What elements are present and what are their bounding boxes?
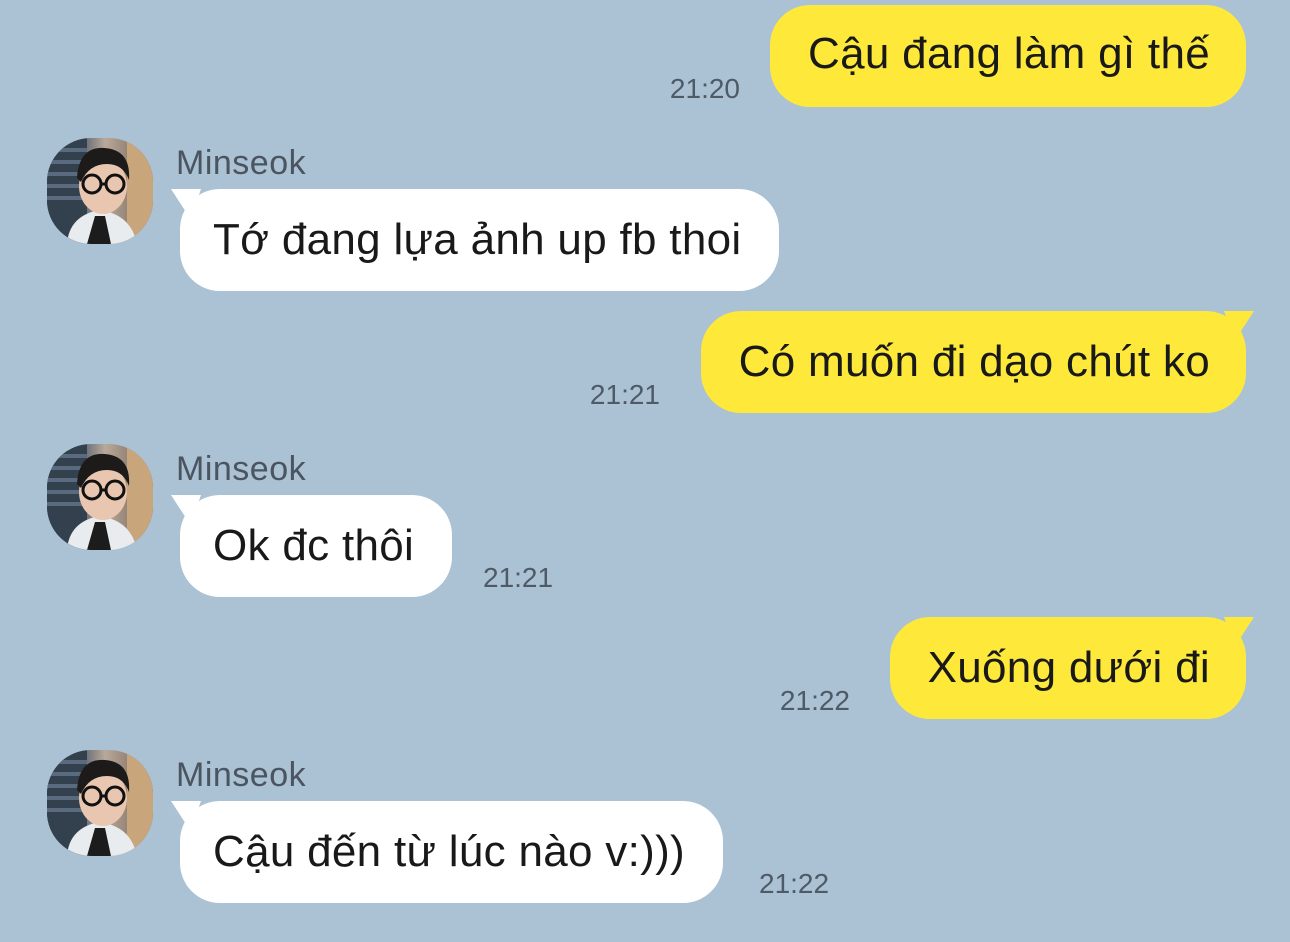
sender-name: Minseok [176, 450, 307, 488]
person-with-glasses-photo-icon [47, 750, 153, 856]
contact-avatar[interactable] [47, 444, 153, 550]
message-timestamp: 21:21 [589, 379, 660, 410]
contact-avatar[interactable] [47, 750, 153, 856]
message-bubble-outgoing[interactable]: Có muốn đi dạo chút ko [700, 311, 1246, 413]
message-timestamp: 21:22 [779, 685, 850, 716]
message-timestamp: 21:20 [669, 73, 740, 104]
person-with-glasses-photo-icon [47, 138, 153, 244]
message-bubble-incoming[interactable]: Ok đc thôi [180, 495, 453, 597]
sender-name: Minseok [176, 144, 307, 182]
message-timestamp: 21:21 [483, 562, 554, 593]
message-bubble-incoming[interactable]: Cậu đến từ lúc nào v:))) [180, 801, 723, 903]
person-with-glasses-photo-icon [47, 444, 153, 550]
message-timestamp: 21:22 [759, 868, 830, 899]
chat-thread[interactable]: 21:20 Cậu đang làm gì thế Minseok Tớ đan… [0, 0, 1290, 942]
sender-name: Minseok [176, 756, 307, 794]
message-bubble-outgoing[interactable]: Cậu đang làm gì thế [770, 5, 1246, 107]
message-bubble-outgoing[interactable]: Xuống dưới đi [889, 617, 1246, 719]
contact-avatar[interactable] [47, 138, 153, 244]
message-bubble-incoming[interactable]: Tớ đang lựa ảnh up fb thoi [180, 189, 780, 291]
